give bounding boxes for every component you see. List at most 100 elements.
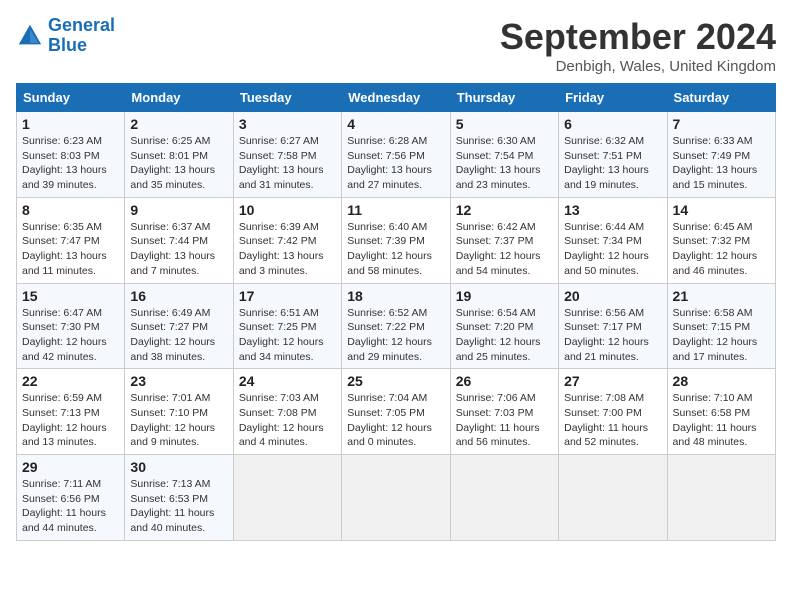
calendar-cell: 15 Sunrise: 6:47 AMSunset: 7:30 PMDayligh… — [17, 283, 125, 369]
day-number: 9 — [130, 202, 227, 218]
calendar-cell: 1Sunrise: 6:23 AMSunset: 8:03 PMDaylight… — [17, 112, 125, 198]
day-number: 28 — [673, 373, 770, 389]
day-info: Sunrise: 6:56 AMSunset: 7:17 PMDaylight:… — [564, 306, 661, 365]
calendar-cell: 23 Sunrise: 7:01 AMSunset: 7:10 PMDayligh… — [125, 369, 233, 455]
day-info: Sunrise: 6:37 AMSunset: 7:44 PMDaylight:… — [130, 220, 227, 279]
day-info: Sunrise: 6:30 AMSunset: 7:54 PMDaylight:… — [456, 134, 553, 193]
day-info: Sunrise: 6:42 AMSunset: 7:37 PMDaylight:… — [456, 220, 553, 279]
day-info: Sunrise: 7:08 AMSunset: 7:00 PMDaylight:… — [564, 391, 661, 450]
day-number: 23 — [130, 373, 227, 389]
calendar-cell: 7Sunrise: 6:33 AMSunset: 7:49 PMDaylight… — [667, 112, 775, 198]
day-info: Sunrise: 7:11 AMSunset: 6:56 PMDaylight:… — [22, 477, 119, 536]
day-number: 19 — [456, 288, 553, 304]
calendar-cell: 29 Sunrise: 7:11 AMSunset: 6:56 PMDayligh… — [17, 455, 125, 541]
day-number: 2 — [130, 116, 227, 132]
day-info: Sunrise: 7:10 AMSunset: 6:58 PMDaylight:… — [673, 391, 770, 450]
day-info: Sunrise: 6:58 AMSunset: 7:15 PMDaylight:… — [673, 306, 770, 365]
calendar-week-row: 8 Sunrise: 6:35 AMSunset: 7:47 PMDaylight… — [17, 197, 776, 283]
day-number: 16 — [130, 288, 227, 304]
calendar-cell: 3 Sunrise: 6:27 AMSunset: 7:58 PMDaylight… — [233, 112, 341, 198]
weekday-header-row: SundayMondayTuesdayWednesdayThursdayFrid… — [17, 84, 776, 112]
day-info: Sunrise: 6:40 AMSunset: 7:39 PMDaylight:… — [347, 220, 444, 279]
weekday-header-friday: Friday — [559, 84, 667, 112]
calendar-cell: 10 Sunrise: 6:39 AMSunset: 7:42 PMDayligh… — [233, 197, 341, 283]
calendar-cell: 24 Sunrise: 7:03 AMSunset: 7:08 PMDayligh… — [233, 369, 341, 455]
calendar-cell: 2 Sunrise: 6:25 AMSunset: 8:01 PMDaylight… — [125, 112, 233, 198]
day-number: 29 — [22, 459, 119, 475]
weekday-header-wednesday: Wednesday — [342, 84, 450, 112]
day-number: 11 — [347, 202, 444, 218]
calendar-cell: 14Sunrise: 6:45 AMSunset: 7:32 PMDayligh… — [667, 197, 775, 283]
day-number: 4 — [347, 116, 444, 132]
title-section: September 2024 Denbigh, Wales, United Ki… — [500, 16, 776, 75]
calendar-cell: 16 Sunrise: 6:49 AMSunset: 7:27 PMDayligh… — [125, 283, 233, 369]
day-info: Sunrise: 6:27 AMSunset: 7:58 PMDaylight:… — [239, 134, 336, 193]
calendar-cell: 27Sunrise: 7:08 AMSunset: 7:00 PMDayligh… — [559, 369, 667, 455]
calendar-cell: 11 Sunrise: 6:40 AMSunset: 7:39 PMDayligh… — [342, 197, 450, 283]
day-number: 24 — [239, 373, 336, 389]
day-number: 1 — [22, 116, 119, 132]
day-number: 12 — [456, 202, 553, 218]
day-info: Sunrise: 6:59 AMSunset: 7:13 PMDaylight:… — [22, 391, 119, 450]
weekday-header-thursday: Thursday — [450, 84, 558, 112]
calendar-cell: 25Sunrise: 7:04 AMSunset: 7:05 PMDayligh… — [342, 369, 450, 455]
calendar-week-row: 29 Sunrise: 7:11 AMSunset: 6:56 PMDayligh… — [17, 455, 776, 541]
calendar-cell: 19 Sunrise: 6:54 AMSunset: 7:20 PMDayligh… — [450, 283, 558, 369]
day-number: 20 — [564, 288, 661, 304]
day-number: 13 — [564, 202, 661, 218]
day-info: Sunrise: 6:52 AMSunset: 7:22 PMDaylight:… — [347, 306, 444, 365]
day-number: 26 — [456, 373, 553, 389]
calendar-cell: 28 Sunrise: 7:10 AMSunset: 6:58 PMDayligh… — [667, 369, 775, 455]
day-info: Sunrise: 7:04 AMSunset: 7:05 PMDaylight:… — [347, 391, 444, 450]
calendar-cell — [667, 455, 775, 541]
logo-blue: Blue — [48, 35, 87, 55]
day-info: Sunrise: 6:35 AMSunset: 7:47 PMDaylight:… — [22, 220, 119, 279]
day-number: 18 — [347, 288, 444, 304]
day-number: 3 — [239, 116, 336, 132]
calendar-cell: 18 Sunrise: 6:52 AMSunset: 7:22 PMDayligh… — [342, 283, 450, 369]
calendar-week-row: 22Sunrise: 6:59 AMSunset: 7:13 PMDayligh… — [17, 369, 776, 455]
day-info: Sunrise: 7:01 AMSunset: 7:10 PMDaylight:… — [130, 391, 227, 450]
calendar-cell — [342, 455, 450, 541]
calendar-cell — [233, 455, 341, 541]
day-number: 5 — [456, 116, 553, 132]
calendar-table: SundayMondayTuesdayWednesdayThursdayFrid… — [16, 83, 776, 541]
calendar-cell: 30 Sunrise: 7:13 AMSunset: 6:53 PMDayligh… — [125, 455, 233, 541]
calendar-cell: 20 Sunrise: 6:56 AMSunset: 7:17 PMDayligh… — [559, 283, 667, 369]
location: Denbigh, Wales, United Kingdom — [500, 58, 776, 75]
logo: General Blue — [16, 16, 115, 56]
month-title: September 2024 — [500, 16, 776, 58]
day-number: 8 — [22, 202, 119, 218]
calendar-cell: 8 Sunrise: 6:35 AMSunset: 7:47 PMDaylight… — [17, 197, 125, 283]
day-info: Sunrise: 6:32 AMSunset: 7:51 PMDaylight:… — [564, 134, 661, 193]
day-info: Sunrise: 6:49 AMSunset: 7:27 PMDaylight:… — [130, 306, 227, 365]
calendar-cell — [450, 455, 558, 541]
day-info: Sunrise: 6:39 AMSunset: 7:42 PMDaylight:… — [239, 220, 336, 279]
day-info: Sunrise: 6:54 AMSunset: 7:20 PMDaylight:… — [456, 306, 553, 365]
day-info: Sunrise: 6:44 AMSunset: 7:34 PMDaylight:… — [564, 220, 661, 279]
calendar-cell — [559, 455, 667, 541]
day-info: Sunrise: 6:51 AMSunset: 7:25 PMDaylight:… — [239, 306, 336, 365]
day-number: 10 — [239, 202, 336, 218]
weekday-header-tuesday: Tuesday — [233, 84, 341, 112]
day-info: Sunrise: 6:25 AMSunset: 8:01 PMDaylight:… — [130, 134, 227, 193]
calendar-cell: 13 Sunrise: 6:44 AMSunset: 7:34 PMDayligh… — [559, 197, 667, 283]
day-info: Sunrise: 6:47 AMSunset: 7:30 PMDaylight:… — [22, 306, 119, 365]
logo-icon — [16, 22, 44, 50]
calendar-cell: 17Sunrise: 6:51 AMSunset: 7:25 PMDayligh… — [233, 283, 341, 369]
day-number: 15 — [22, 288, 119, 304]
calendar-cell: 22Sunrise: 6:59 AMSunset: 7:13 PMDayligh… — [17, 369, 125, 455]
day-number: 21 — [673, 288, 770, 304]
page-header: General Blue September 2024 Denbigh, Wal… — [16, 16, 776, 75]
calendar-cell: 12 Sunrise: 6:42 AMSunset: 7:37 PMDayligh… — [450, 197, 558, 283]
day-info: Sunrise: 7:03 AMSunset: 7:08 PMDaylight:… — [239, 391, 336, 450]
day-number: 30 — [130, 459, 227, 475]
weekday-header-monday: Monday — [125, 84, 233, 112]
calendar-cell: 26 Sunrise: 7:06 AMSunset: 7:03 PMDayligh… — [450, 369, 558, 455]
calendar-week-row: 15 Sunrise: 6:47 AMSunset: 7:30 PMDayligh… — [17, 283, 776, 369]
day-info: Sunrise: 6:28 AMSunset: 7:56 PMDaylight:… — [347, 134, 444, 193]
day-info: Sunrise: 6:45 AMSunset: 7:32 PMDaylight:… — [673, 220, 770, 279]
weekday-header-sunday: Sunday — [17, 84, 125, 112]
day-info: Sunrise: 7:13 AMSunset: 6:53 PMDaylight:… — [130, 477, 227, 536]
day-info: Sunrise: 7:06 AMSunset: 7:03 PMDaylight:… — [456, 391, 553, 450]
